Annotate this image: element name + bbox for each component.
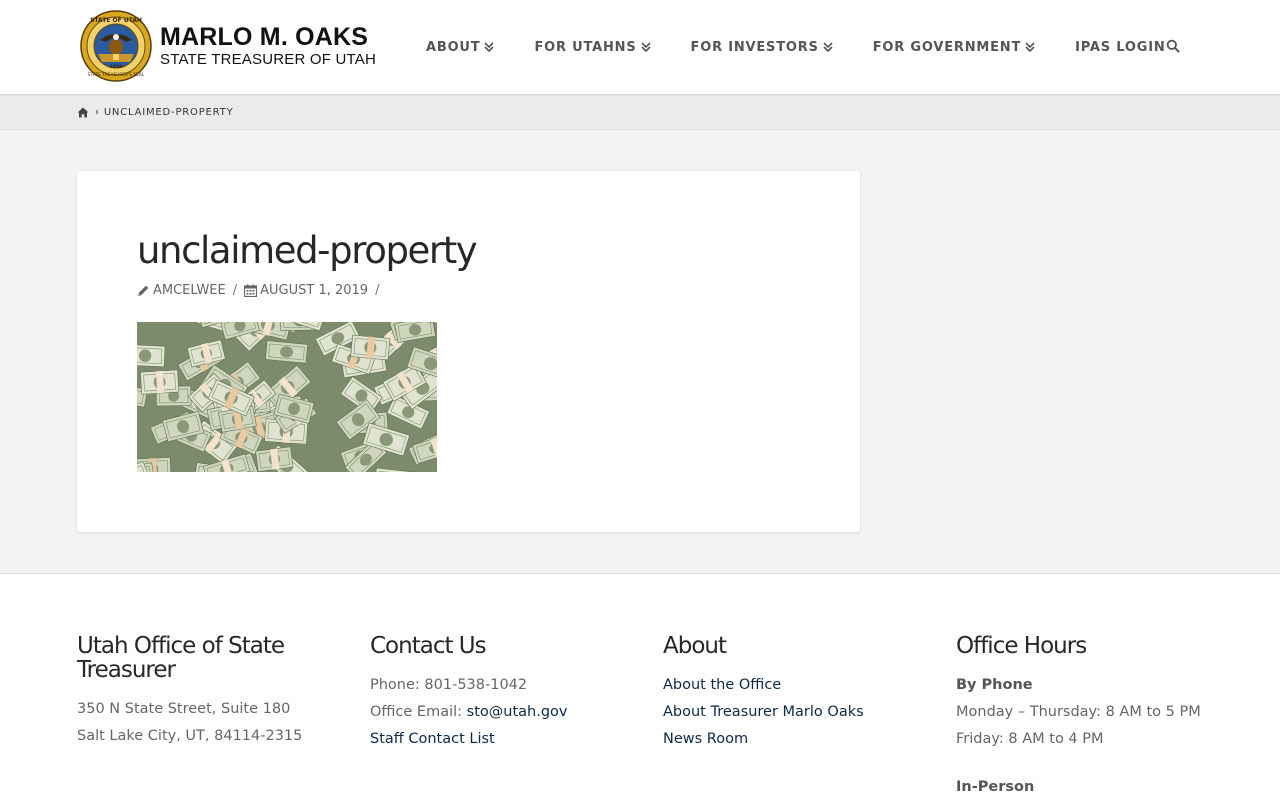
footer-office-heading-line1: Utah Office of State [77, 633, 285, 659]
nav-for-investors-label: FOR INVESTORS [690, 39, 819, 55]
post-card: unclaimed-property AMCELWEE / AUGUST 1, … [77, 171, 860, 532]
breadcrumb-separator: › [95, 106, 100, 118]
nav-about[interactable]: ABOUT [426, 39, 495, 55]
meta-separator: / [375, 283, 380, 298]
post-meta: AMCELWEE / AUGUST 1, 2019 / [137, 283, 386, 298]
site-footer: Utah Office of State Treasurer 350 N Sta… [0, 573, 1280, 800]
nav-for-utahns[interactable]: FOR UTAHNS [534, 39, 651, 55]
site-logo-link[interactable]: STATE OF UTAH STATE TREASURER'S SEAL 185… [80, 10, 376, 82]
double-chevron-down-icon [640, 42, 651, 53]
double-chevron-down-icon [1025, 42, 1035, 53]
svg-text:STATE TREASURER'S SEAL: STATE TREASURER'S SEAL [88, 72, 145, 78]
brand-text: MARLO M. OAKS STATE TREASURER OF UTAH [160, 23, 376, 69]
double-chevron-down-icon [823, 42, 833, 53]
pencil-icon [138, 285, 149, 296]
footer-hours-heading: Office Hours [956, 633, 1087, 659]
post-title: unclaimed-property [137, 229, 478, 272]
state-seal-logo: STATE OF UTAH STATE TREASURER'S SEAL 185… [80, 10, 152, 82]
footer-about-heading: About [663, 633, 727, 659]
calendar-icon [244, 284, 258, 297]
svg-text:1850: 1850 [110, 64, 123, 70]
nav-ipas-login[interactable]: IPAS LOGIN [1075, 40, 1165, 55]
footer-by-phone-heading: By Phone [956, 677, 1033, 693]
footer-contact-heading: Contact Us [370, 633, 487, 659]
footer-office-heading: Utah Office of State Treasurer [77, 634, 327, 682]
footer-email-line: Office Email: sto@utah.gov [370, 699, 620, 726]
footer-office-heading-line2: Treasurer [77, 657, 176, 683]
footer-address-line2: Salt Lake City, UT, 84114-2315 [77, 728, 303, 744]
home-icon[interactable] [77, 107, 89, 118]
post-author[interactable]: AMCELWEE [153, 283, 226, 298]
nav-for-investors[interactable]: FOR INVESTORS [691, 40, 833, 55]
brand-name: MARLO M. OAKS [160, 23, 369, 51]
brand-subtitle: STATE TREASURER OF UTAH [160, 51, 377, 68]
footer-hours-col: Office Hours By Phone Monday – Thursday:… [956, 634, 1206, 800]
footer-staff-contact-link[interactable]: Staff Contact List [370, 731, 495, 747]
site-header: STATE OF UTAH STATE TREASURER'S SEAL 185… [0, 0, 1280, 94]
footer-address-line1: 350 N State Street, Suite 180 [77, 701, 291, 717]
money-stacks-image [137, 322, 437, 472]
footer-link-news-room[interactable]: News Room [663, 731, 748, 747]
double-chevron-down-icon [484, 42, 495, 53]
footer-contact-col: Contact Us Phone: 801-538-1042 Office Em… [370, 634, 620, 753]
footer-office-col: Utah Office of State Treasurer 350 N Sta… [77, 634, 327, 750]
footer-link-about-office[interactable]: About the Office [663, 677, 781, 693]
post-date: AUGUST 1, 2019 [260, 283, 369, 298]
nav-for-government-label: FOR GOVERNMENT [872, 39, 1022, 55]
footer-in-person-heading: In-Person [956, 779, 1035, 795]
bill-stack [140, 369, 180, 395]
bill-stack [350, 334, 391, 361]
nav-for-utahns-label: FOR UTAHNS [534, 39, 637, 55]
footer-link-about-treasurer[interactable]: About Treasurer Marlo Oaks [663, 704, 864, 720]
nav-for-government[interactable]: FOR GOVERNMENT [873, 40, 1035, 55]
breadcrumb: › UNCLAIMED-PROPERTY [77, 94, 233, 130]
primary-nav: ABOUT FOR UTAHNS FOR INVESTORS FOR GOVER… [426, 0, 1166, 94]
nav-about-label: ABOUT [426, 39, 481, 55]
footer-phone: Phone: 801-538-1042 [370, 677, 528, 693]
bill-stack [255, 446, 294, 472]
footer-hours-line2: Friday: 8 AM to 4 PM [956, 731, 1104, 747]
footer-hours-line1: Monday – Thursday: 8 AM to 5 PM [956, 704, 1201, 720]
search-icon[interactable] [1166, 39, 1180, 53]
breadcrumb-current: UNCLAIMED-PROPERTY [103, 106, 234, 118]
svg-text:STATE OF UTAH: STATE OF UTAH [90, 17, 142, 24]
meta-separator: / [232, 283, 238, 298]
bill-stack [265, 340, 309, 364]
breadcrumb-bar: › UNCLAIMED-PROPERTY [0, 94, 1280, 130]
bill-stack [137, 344, 166, 368]
footer-email-label: Office Email: [370, 704, 467, 720]
footer-about-col: About About the Office About Treasurer M… [663, 634, 913, 753]
footer-email-link[interactable]: sto@utah.gov [467, 704, 568, 720]
